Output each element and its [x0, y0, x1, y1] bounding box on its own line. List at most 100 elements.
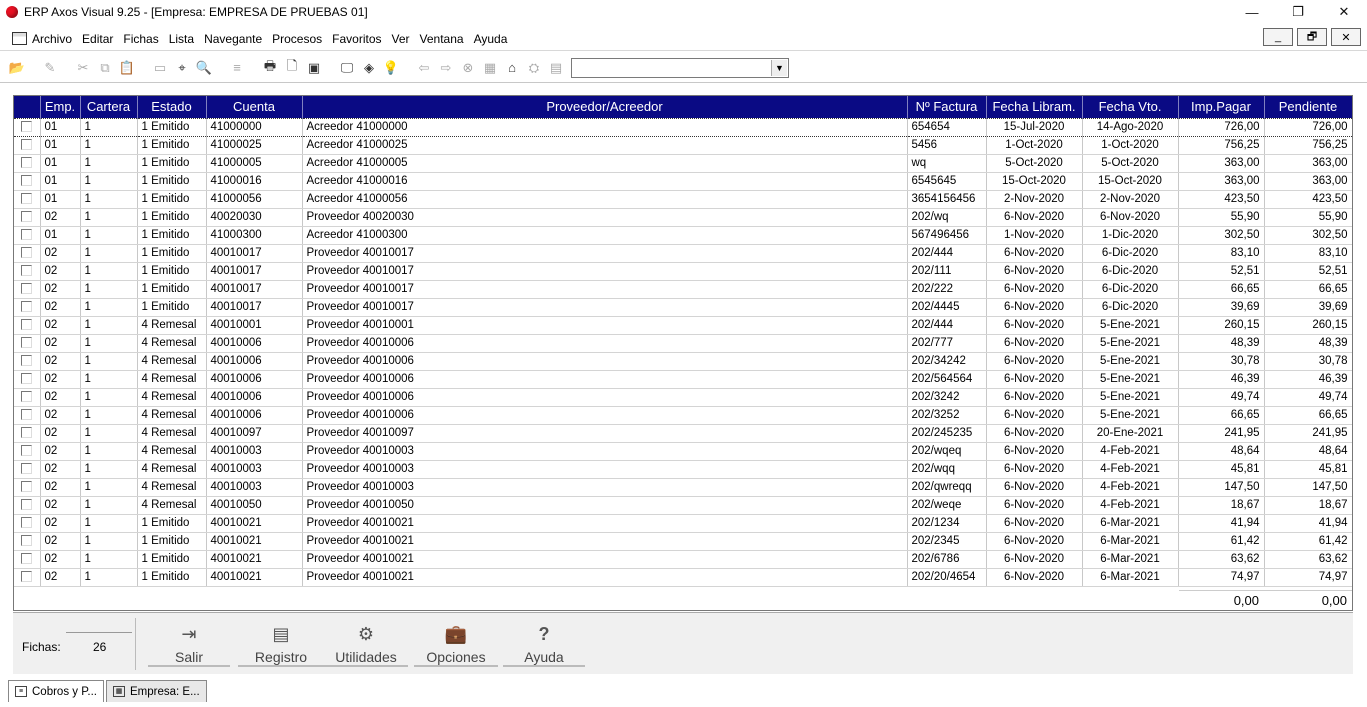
table-row[interactable]: 02 1 4 Remesal 40010006 Proveedor 40010006 20… — [14, 388, 1352, 407]
row-checkbox[interactable] — [21, 499, 33, 511]
row-checkbox[interactable] — [21, 301, 33, 313]
home-icon[interactable]: ⌂ — [501, 57, 523, 79]
table-cell[interactable]: 4 Remesal — [137, 388, 207, 407]
table-cell[interactable]: 63,62 — [1178, 550, 1265, 569]
table-cell[interactable]: 1-Oct-2020 — [986, 136, 1083, 155]
table-cell[interactable]: 6-Nov-2020 — [986, 496, 1083, 515]
table-cell[interactable]: 1 — [80, 370, 138, 389]
row-checkbox[interactable] — [21, 247, 33, 259]
table-cell[interactable]: 202/444 — [907, 244, 987, 263]
table-row[interactable]: 02 1 1 Emitido 40010017 Proveedor 40010017 20… — [14, 244, 1352, 263]
table-cell[interactable]: 40010006 — [206, 370, 303, 389]
table-cell[interactable]: 41,94 — [1264, 514, 1352, 533]
menu-ayuda[interactable]: Ayuda — [474, 32, 508, 46]
table-cell[interactable]: 1 — [80, 208, 138, 227]
table-cell[interactable]: Proveedor 40010003 — [302, 442, 908, 461]
row-checkbox[interactable] — [21, 211, 33, 223]
table-cell[interactable]: 1 — [80, 172, 138, 191]
table-cell[interactable]: 1 — [80, 388, 138, 407]
table-cell[interactable]: 202/111 — [907, 262, 987, 281]
table-cell[interactable]: 6-Mar-2021 — [1082, 550, 1179, 569]
table-cell[interactable]: 4 Remesal — [137, 478, 207, 497]
ayuda-button[interactable]: ? Ayuda — [503, 619, 585, 667]
table-cell[interactable]: 40010017 — [206, 244, 303, 263]
table-cell[interactable]: 202/564564 — [907, 370, 987, 389]
table-cell[interactable]: 1 — [80, 460, 138, 479]
table-cell[interactable]: 1 — [80, 352, 138, 371]
table-cell[interactable]: 1 Emitido — [137, 154, 207, 173]
forward-icon[interactable]: ⇨ — [435, 57, 457, 79]
table-cell[interactable]: 1 Emitido — [137, 280, 207, 299]
table-cell[interactable]: 1 — [80, 532, 138, 551]
table-cell[interactable]: 83,10 — [1178, 244, 1265, 263]
table-row[interactable]: 02 1 1 Emitido 40020030 Proveedor 40020030 20… — [14, 208, 1352, 227]
table-cell[interactable]: 1 Emitido — [137, 298, 207, 317]
mdi-close-button[interactable]: ✕ — [1331, 28, 1361, 46]
row-checkbox[interactable] — [21, 157, 33, 169]
table-cell[interactable]: 5-Ene-2021 — [1082, 316, 1179, 335]
table-cell[interactable]: 6-Dic-2020 — [1082, 298, 1179, 317]
menu-lista[interactable]: Lista — [169, 32, 194, 46]
table-cell[interactable]: 1 Emitido — [137, 514, 207, 533]
table-cell[interactable]: 756,25 — [1178, 136, 1265, 155]
table-cell[interactable]: 241,95 — [1264, 424, 1352, 443]
table-cell[interactable]: 39,69 — [1264, 298, 1352, 317]
table-row[interactable]: 02 1 4 Remesal 40010006 Proveedor 40010006 20… — [14, 370, 1352, 389]
table-cell[interactable]: 48,39 — [1264, 334, 1352, 353]
table-cell[interactable]: 52,51 — [1264, 262, 1352, 281]
table-row[interactable]: 01 1 1 Emitido 41000000 Acreedor 41000000 654… — [14, 117, 1352, 137]
table-cell[interactable]: 40010017 — [206, 298, 303, 317]
table-cell[interactable]: 1-Oct-2020 — [1082, 136, 1179, 155]
search-icon[interactable]: 🔍 — [193, 57, 215, 79]
column-header[interactable]: Cartera — [80, 96, 138, 118]
table-cell[interactable]: 02 — [40, 352, 81, 371]
attach-icon[interactable]: ≡ — [226, 57, 248, 79]
table-cell[interactable]: 40010021 — [206, 532, 303, 551]
table-cell[interactable]: Proveedor 40010006 — [302, 388, 908, 407]
table-cell[interactable]: 1 Emitido — [137, 117, 207, 137]
table-cell[interactable]: 40010017 — [206, 262, 303, 281]
edit-icon[interactable]: ✎ — [39, 57, 61, 79]
restore-button[interactable]: ❐ — [1275, 0, 1321, 24]
table-cell[interactable]: 1 — [80, 154, 138, 173]
back-icon[interactable]: ⇦ — [413, 57, 435, 79]
table-row[interactable]: 02 1 1 Emitido 40010017 Proveedor 40010017 20… — [14, 298, 1352, 317]
table-cell[interactable]: 02 — [40, 280, 81, 299]
table-cell[interactable]: 1 — [80, 316, 138, 335]
table-cell[interactable]: Proveedor 40010003 — [302, 478, 908, 497]
row-checkbox[interactable] — [21, 337, 33, 349]
table-cell[interactable]: 41,94 — [1178, 514, 1265, 533]
table-cell[interactable]: 726,00 — [1178, 117, 1265, 137]
table-cell[interactable]: 6-Nov-2020 — [986, 568, 1083, 587]
table-cell[interactable]: Acreedor 41000056 — [302, 190, 908, 209]
table-cell[interactable]: 1 — [80, 298, 138, 317]
table-cell[interactable]: 02 — [40, 388, 81, 407]
table-cell[interactable]: Proveedor 40010017 — [302, 262, 908, 281]
table-cell[interactable]: 02 — [40, 406, 81, 425]
table-cell[interactable]: 15-Jul-2020 — [986, 117, 1083, 137]
table-cell[interactable]: 567496456 — [907, 226, 987, 245]
print-preview-icon[interactable]: 🗋 — [281, 57, 303, 79]
table-cell[interactable]: 4 Remesal — [137, 406, 207, 425]
table-cell[interactable]: 202/1234 — [907, 514, 987, 533]
row-checkbox[interactable] — [21, 445, 33, 457]
table-cell[interactable]: 40010006 — [206, 334, 303, 353]
menu-navegante[interactable]: Navegante — [204, 32, 262, 46]
table-cell[interactable]: Acreedor 41000025 — [302, 136, 908, 155]
table-cell[interactable]: 40010006 — [206, 406, 303, 425]
table-cell[interactable]: Proveedor 40010097 — [302, 424, 908, 443]
column-header[interactable]: Estado — [137, 96, 207, 118]
table-cell[interactable]: 202/wqeq — [907, 442, 987, 461]
table-cell[interactable]: 02 — [40, 316, 81, 335]
row-checkbox[interactable] — [21, 121, 33, 133]
table-cell[interactable]: 4 Remesal — [137, 460, 207, 479]
table-row[interactable]: 02 1 4 Remesal 40010006 Proveedor 40010006 20… — [14, 352, 1352, 371]
row-checkbox[interactable] — [21, 193, 33, 205]
table-cell[interactable]: 4-Feb-2021 — [1082, 460, 1179, 479]
table-cell[interactable]: 1 Emitido — [137, 532, 207, 551]
table-cell[interactable]: 1 — [80, 280, 138, 299]
table-cell[interactable]: 6-Nov-2020 — [986, 334, 1083, 353]
table-cell[interactable]: 1 Emitido — [137, 262, 207, 281]
help-icon[interactable]: 💡 — [380, 57, 402, 79]
print-icon[interactable]: 🖶 — [259, 57, 281, 79]
